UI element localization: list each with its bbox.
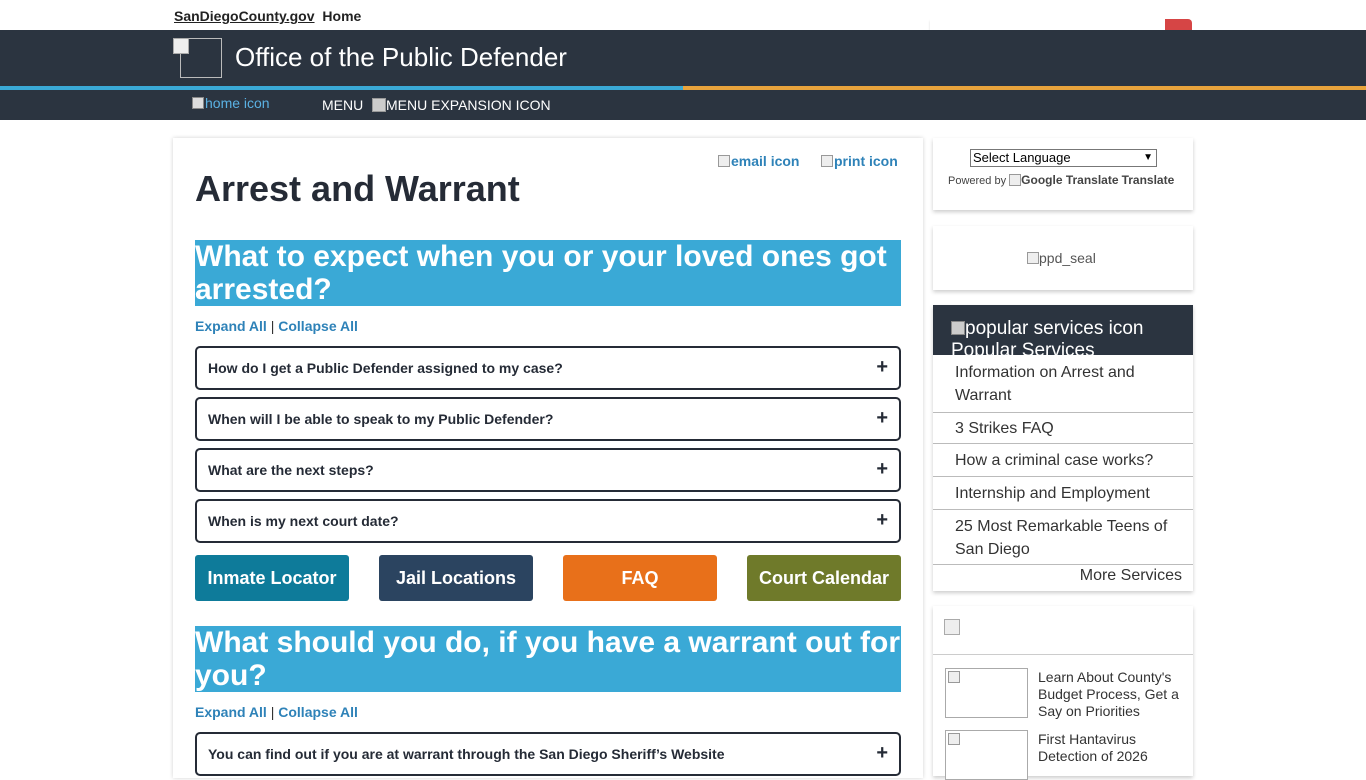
- broken-image-icon: [372, 98, 386, 112]
- language-select-value: Select Language: [973, 150, 1071, 165]
- logo-image[interactable]: [173, 38, 222, 78]
- translate-widget: Select Language ▼ Powered by Google Tran…: [933, 138, 1193, 210]
- translate-link[interactable]: Translate: [1122, 173, 1175, 187]
- google-translate-icon: [1009, 174, 1022, 186]
- accordion-question: You can find out if you are at warrant t…: [208, 746, 725, 762]
- popular-service-link[interactable]: Internship and Employment: [933, 477, 1193, 510]
- expand-collapse-controls: Expand All | Collapse All: [195, 318, 358, 334]
- court-calendar-button[interactable]: Court Calendar: [747, 555, 901, 601]
- accordion-question: When is my next court date?: [208, 513, 399, 529]
- print-icon-alt: print icon: [834, 153, 898, 169]
- home-link[interactable]: Home: [322, 8, 361, 24]
- top-utility-bar: SanDiegoCounty.gov Home: [0, 0, 1366, 42]
- email-icon[interactable]: email icon: [718, 153, 799, 169]
- collapse-all-link[interactable]: Collapse All: [278, 704, 358, 720]
- popular-service-link[interactable]: 3 Strikes FAQ: [933, 413, 1193, 444]
- accordion-item[interactable]: How do I get a Public Defender assigned …: [195, 346, 901, 390]
- broken-image-icon: [173, 38, 189, 54]
- chevron-down-icon: ▼: [1143, 152, 1153, 163]
- divider: [933, 654, 1193, 655]
- collapse-all-link[interactable]: Collapse All: [278, 318, 358, 334]
- page-title: Arrest and Warrant: [195, 168, 520, 209]
- plus-icon[interactable]: +: [876, 356, 888, 379]
- section-heading-warrant: What should you do, if you have a warran…: [195, 626, 901, 692]
- broken-image-icon: [948, 733, 960, 745]
- news-thumbnail[interactable]: [945, 730, 1028, 780]
- popular-service-link[interactable]: How a criminal case works?: [933, 444, 1193, 477]
- separator: |: [270, 318, 275, 334]
- broken-image-icon: [944, 619, 960, 635]
- popular-services-header: popular services icon Popular Services: [933, 305, 1193, 355]
- popular-services-card: popular services icon Popular Services I…: [933, 305, 1193, 591]
- news-link[interactable]: First Hantavirus Detection of 2026: [1038, 731, 1186, 765]
- popular-services-icon: popular services icon: [951, 318, 1143, 340]
- inmate-locator-button[interactable]: Inmate Locator: [195, 555, 349, 601]
- popular-services-title: Popular Services: [951, 340, 1095, 355]
- powered-by-label: Powered by: [948, 175, 1007, 187]
- accordion-question: How do I get a Public Defender assigned …: [208, 360, 563, 376]
- jail-locations-button[interactable]: Jail Locations: [379, 555, 533, 601]
- broken-image-icon: [192, 97, 204, 109]
- seal-card: ppd_seal: [933, 226, 1193, 290]
- breadcrumb: SanDiegoCounty.gov Home: [174, 8, 361, 24]
- news-link[interactable]: Learn About County's Budget Process, Get…: [1038, 669, 1186, 720]
- accordion-item[interactable]: When will I be able to speak to my Publi…: [195, 397, 901, 441]
- broken-image-icon: [718, 155, 730, 167]
- county-site-link[interactable]: SanDiegoCounty.gov: [174, 8, 315, 24]
- nav-bar: home icon MENU MENU EXPANSION ICON: [0, 90, 1366, 120]
- site-header: Office of the Public Defender: [0, 30, 1366, 86]
- news-card: Learn About County's Budget Process, Get…: [933, 606, 1193, 780]
- section-heading-arrested: What to expect when you or your loved on…: [195, 240, 901, 306]
- google-translate-alt[interactable]: Google Translate: [1021, 173, 1118, 187]
- accordion-item[interactable]: What are the next steps? +: [195, 448, 901, 492]
- accordion-question: What are the next steps?: [208, 462, 374, 478]
- broken-image-icon: [1027, 252, 1039, 264]
- home-icon[interactable]: home icon: [192, 95, 270, 111]
- expand-all-link[interactable]: Expand All: [195, 704, 267, 720]
- popular-service-link[interactable]: Information on Arrest and Warrant: [933, 355, 1193, 413]
- menu-expansion-alt: MENU EXPANSION ICON: [386, 97, 551, 113]
- plus-icon[interactable]: +: [876, 458, 888, 481]
- email-icon-alt: email icon: [731, 153, 800, 169]
- expand-all-link[interactable]: Expand All: [195, 318, 267, 334]
- accordion-question: When will I be able to speak to my Publi…: [208, 411, 554, 427]
- accordion-item[interactable]: You can find out if you are at warrant t…: [195, 732, 901, 776]
- popular-icon-alt: popular services icon: [965, 318, 1144, 339]
- broken-image-icon: [951, 321, 965, 335]
- accordion-item[interactable]: When is my next court date? +: [195, 499, 901, 543]
- popular-services-list: Information on Arrest and Warrant 3 Stri…: [933, 355, 1193, 565]
- more-services-link[interactable]: More Services: [1080, 567, 1182, 585]
- menu-expansion-icon[interactable]: MENU EXPANSION ICON: [372, 97, 551, 113]
- faq-button[interactable]: FAQ: [563, 555, 717, 601]
- popular-service-link[interactable]: 25 Most Remarkable Teens of San Diego: [933, 510, 1193, 565]
- broken-image-icon: [948, 671, 960, 683]
- news-thumbnail[interactable]: [945, 668, 1028, 718]
- separator: |: [270, 704, 275, 720]
- print-icon[interactable]: print icon: [821, 153, 898, 169]
- expand-collapse-controls: Expand All | Collapse All: [195, 704, 358, 720]
- language-select[interactable]: Select Language ▼: [970, 149, 1157, 167]
- plus-icon[interactable]: +: [876, 509, 888, 532]
- plus-icon[interactable]: +: [876, 742, 888, 765]
- powered-by: Powered by Google Translate Translate: [948, 173, 1174, 187]
- seal-image: ppd_seal: [1027, 250, 1096, 266]
- broken-image-icon: [821, 155, 833, 167]
- menu-button[interactable]: MENU: [322, 97, 363, 113]
- office-title[interactable]: Office of the Public Defender: [235, 42, 567, 73]
- home-icon-alt: home icon: [205, 95, 270, 111]
- seal-alt: ppd_seal: [1039, 250, 1096, 266]
- plus-icon[interactable]: +: [876, 407, 888, 430]
